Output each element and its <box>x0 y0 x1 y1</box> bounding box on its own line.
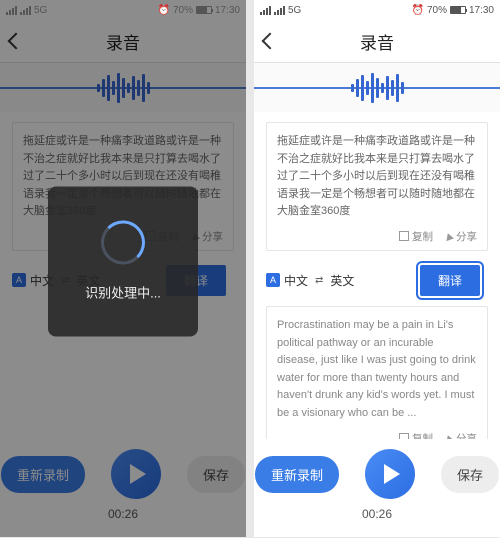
transcript-text: 拖延症或许是一种痛李政道路或许是一种不治之症就好比我本来是只打算去喝水了过了二十… <box>277 133 477 221</box>
share-icon <box>444 232 454 241</box>
processing-label: 识别处理中... <box>85 283 161 302</box>
copy-action[interactable]: 复制 <box>399 229 433 244</box>
translate-button[interactable]: 翻译 <box>420 265 480 296</box>
waveform-blob <box>351 73 404 103</box>
page-title: 录音 <box>106 29 140 54</box>
copy-icon <box>399 231 409 241</box>
header: 录音 <box>254 20 500 62</box>
transcript-card: 拖延症或许是一种痛李政道路或许是一种不治之症就好比我本来是只打算去喝水了过了二十… <box>266 122 488 251</box>
battery-icon <box>196 6 212 14</box>
back-icon[interactable] <box>262 33 279 50</box>
share-action[interactable]: 分享 <box>445 431 477 439</box>
play-button[interactable] <box>111 449 161 499</box>
save-button[interactable]: 保存 <box>441 456 499 493</box>
lang-badge-icon: A <box>12 273 26 287</box>
header: 录音 <box>0 20 246 62</box>
phone-right: 5G ⏰ 70% 17:30 录音 拖延症或许是一种痛李政道路或许是一种不治之症… <box>254 0 500 537</box>
clock: 17:30 <box>469 5 494 16</box>
bottom-controls: 重新录制 保存 00:26 <box>0 439 246 537</box>
signal-icon-2 <box>274 6 285 15</box>
copy-action[interactable]: 复制 <box>399 431 433 439</box>
alarm-icon: ⏰ <box>158 5 170 16</box>
waveform[interactable] <box>254 62 500 112</box>
network-label: 5G <box>34 5 47 16</box>
translation-text: Procrastination may be a pain in Li's po… <box>277 317 477 423</box>
battery-pct: 70% <box>173 5 193 16</box>
page-title: 录音 <box>360 29 394 54</box>
waveform[interactable] <box>0 62 246 112</box>
bottom-controls: 重新录制 保存 00:26 <box>254 439 500 537</box>
battery-icon <box>450 6 466 14</box>
back-icon[interactable] <box>8 33 25 50</box>
alarm-icon: ⏰ <box>412 5 424 16</box>
share-icon <box>444 433 454 439</box>
status-bar: 5G ⏰ 70% 17:30 <box>0 0 246 20</box>
spinner-icon <box>101 221 145 265</box>
signal-icon-2 <box>20 6 31 15</box>
battery-pct: 70% <box>427 5 447 16</box>
translation-card: Procrastination may be a pain in Li's po… <box>266 306 488 439</box>
play-icon <box>130 464 146 484</box>
status-bar: 5G ⏰ 70% 17:30 <box>254 0 500 20</box>
swap-icon[interactable]: ⇄ <box>315 275 323 286</box>
play-icon <box>384 464 400 484</box>
rerecord-button[interactable]: 重新录制 <box>255 456 339 493</box>
lang-badge-icon: A <box>266 273 280 287</box>
lang-from[interactable]: 中文 <box>284 272 308 289</box>
signal-icon <box>6 6 17 15</box>
lang-to[interactable]: 英文 <box>330 272 354 289</box>
processing-modal: 识别处理中... <box>48 186 198 336</box>
playback-time: 00:26 <box>362 507 392 521</box>
waveform-blob <box>97 73 150 103</box>
rerecord-button[interactable]: 重新录制 <box>1 456 85 493</box>
share-action[interactable]: 分享 <box>445 229 477 244</box>
save-button[interactable]: 保存 <box>187 456 245 493</box>
signal-icon <box>260 6 271 15</box>
phone-left: 5G ⏰ 70% 17:30 录音 拖延症或许是一种痛李政道路或许是一种不治之症… <box>0 0 246 537</box>
play-button[interactable] <box>365 449 415 499</box>
language-row: A 中文 ⇄ 英文 翻译 <box>266 261 488 306</box>
network-label: 5G <box>288 5 301 16</box>
playback-time: 00:26 <box>108 507 138 521</box>
clock: 17:30 <box>215 5 240 16</box>
